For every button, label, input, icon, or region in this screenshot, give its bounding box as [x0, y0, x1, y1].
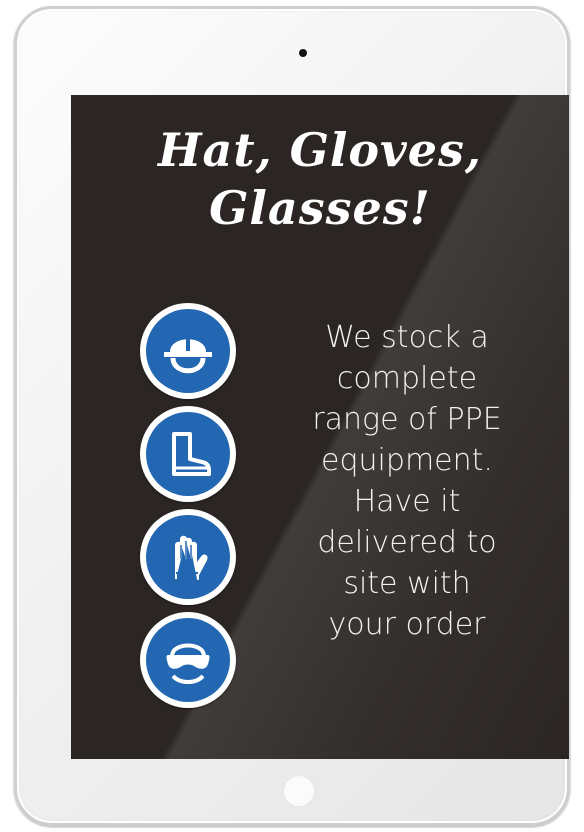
poster-headline: Hat, Gloves, Glasses!	[158, 123, 482, 235]
tablet-screen: Hat, Gloves, Glasses! We stock a complet…	[71, 95, 569, 759]
safety-goggles-icon	[140, 612, 236, 708]
poster-body-text: We stock a complete range of PPE equipme…	[312, 320, 502, 642]
safety-boot-icon	[140, 406, 236, 502]
hard-hat-icon	[140, 303, 236, 399]
tablet-frame: Hat, Gloves, Glasses! We stock a complet…	[14, 6, 570, 826]
front-camera	[299, 49, 307, 57]
ppe-icon-column	[140, 303, 244, 715]
safety-glove-icon	[140, 509, 236, 605]
home-button[interactable]	[283, 775, 315, 807]
